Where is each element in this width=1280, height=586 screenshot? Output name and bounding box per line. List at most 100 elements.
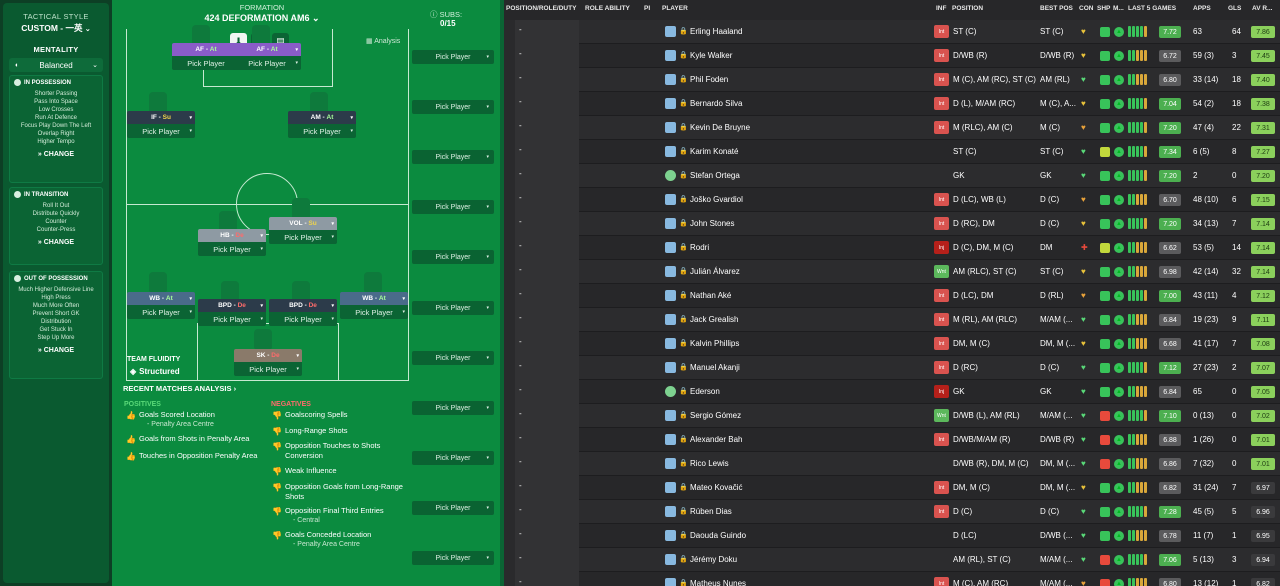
player-name[interactable]: Erling Haaland [690,27,742,36]
position-slot-wb-right[interactable]: WB - At ▾ Pick Player ▾ [340,292,408,323]
tactical-style-dropdown[interactable]: CUSTOM - 一英 ⌄ [3,22,109,34]
sub-slot[interactable]: Pick Player ▾ [412,200,494,214]
pick-player-select[interactable]: Pick Player▾ [172,56,240,70]
position-role-duty-cell[interactable]: - [515,44,579,68]
table-row[interactable]: - 🔒 Jack Grealish Int M (RL), AM (RLC) M/AM (… [504,308,1280,332]
table-row[interactable]: - 🔒 Daouda Guindo D (LC) D/WB (... ♥ ▲ 6.78 11 (… [504,524,1280,548]
player-name[interactable]: Mateo Kovačić [690,483,742,492]
col-con[interactable]: CON [1079,5,1093,12]
position-slot-af-left[interactable]: AF - At▾ Pick Player▾ [172,43,240,74]
table-row[interactable]: - 🔒 Kalvin Phillips Int DM, M (C) DM, M (... ♥… [504,332,1280,356]
sub-slot[interactable]: Pick Player ▾ [412,301,494,315]
position-role-duty-cell[interactable]: - [515,404,579,428]
pick-player-select[interactable]: Pick Player▾ [234,362,302,376]
table-row[interactable]: - 🔒 Kyle Walker Int D/WB (R) D/WB (R) ♥ ▲ 6.72 59… [504,44,1280,68]
position-role-duty-cell[interactable]: - [515,332,579,356]
player-name[interactable]: Bernardo Silva [690,99,742,108]
col-m[interactable]: M... [1113,5,1124,12]
recent-matches-analysis-link[interactable]: RECENT MATCHES ANALYSIS › [123,384,236,393]
table-row[interactable]: - 🔒 Nathan Aké Int D (LC), DM D (RL) ♥ ▲ 7.00 43 … [504,284,1280,308]
col-gls[interactable]: GLS [1228,5,1241,12]
position-slot-hb[interactable]: HB - De ▾ Pick Player ▾ [198,229,266,260]
player-name[interactable]: Rúben Dias [690,507,732,516]
sub-slot[interactable]: Pick Player ▾ [412,150,494,164]
pick-player-select[interactable]: Pick Player▾ [269,312,337,326]
player-name[interactable]: John Stones [690,219,734,228]
player-name[interactable]: Sergio Gómez [690,411,741,420]
col-last5[interactable]: LAST 5 GAMES [1128,5,1176,12]
player-name[interactable]: Alexander Bah [690,435,742,444]
sub-slot[interactable]: Pick Player ▾ [412,551,494,565]
position-role-duty-cell[interactable]: - [515,308,579,332]
table-row[interactable]: - 🔒 Alexander Bah Int D/WB/M/AM (R) D/WB (R) ♥… [504,428,1280,452]
position-role-duty-cell[interactable]: - [515,356,579,380]
position-slot-vol[interactable]: VOL - Su ▾ Pick Player ▾ [269,217,337,248]
col-position[interactable]: POSITION [952,5,983,12]
position-slot-sk[interactable]: SK - De ▾ Pick Player ▾ [234,349,302,380]
table-row[interactable]: - 🔒 Sergio Gómez Wnt D/WB (L), AM (RL) M/AM (… [504,404,1280,428]
pick-player-select[interactable]: Pick Player▾ [340,305,408,319]
position-role-duty-cell[interactable]: - [515,548,579,572]
pick-player-select[interactable]: Pick Player▾ [198,242,266,256]
player-name[interactable]: Julián Álvarez [690,267,740,276]
sub-slot[interactable]: Pick Player ▾ [412,351,494,365]
player-name[interactable]: Matheus Nunes [690,579,746,586]
pick-player-select[interactable]: Pick Player▾ [198,312,266,326]
change-in-transition-button[interactable]: » CHANGE [10,239,102,246]
player-name[interactable]: Manuel Akanji [690,363,740,372]
col-shp[interactable]: SHP [1097,5,1110,12]
sub-slot[interactable]: Pick Player ▾ [412,100,494,114]
table-row[interactable]: - 🔒 Rúben Dias Int D (C) D (C) ♥ ▲ 7.28 45 (5) 5 6.… [504,500,1280,524]
position-role-duty-cell[interactable]: - [515,116,579,140]
col-position-role-duty[interactable]: POSITION/ROLE/DUTY [506,5,576,12]
position-role-duty-cell[interactable]: - [515,236,579,260]
position-role-duty-cell[interactable]: - [515,524,579,548]
sub-slot[interactable]: Pick Player ▾ [412,501,494,515]
player-name[interactable]: Kyle Walker [690,51,732,60]
table-row[interactable]: - 🔒 Ederson Inj GK GK ♥ ▲ 6.84 65 0 7.05 [504,380,1280,404]
table-row[interactable]: - 🔒 Matheus Nunes Int M (C), AM (RC) M/AM (..… [504,572,1280,586]
table-row[interactable]: - 🔒 Julián Álvarez Wnt AM (RLC), ST (C) ST (C… [504,260,1280,284]
table-row[interactable]: - 🔒 Mateo Kovačić Int DM, M (C) DM, M (... ♥ ▲ 6… [504,476,1280,500]
table-row[interactable]: - 🔒 Jérémy Doku AM (RL), ST (C) M/AM (... ♥ ▲ 7… [504,548,1280,572]
col-role-ability[interactable]: ROLE ABILITY [585,5,630,12]
player-name[interactable]: Nathan Aké [690,291,731,300]
col-apps[interactable]: APPS [1193,5,1211,12]
sub-slot[interactable]: Pick Player ▾ [412,50,494,64]
position-slot-wb-left[interactable]: WB - At ▾ Pick Player ▾ [127,292,195,323]
table-row[interactable]: - 🔒 Rodri Inj D (C), DM, M (C) DM ✚ ▲ 6.62 53 (5)… [504,236,1280,260]
position-role-duty-cell[interactable]: - [515,20,579,44]
sub-slot[interactable]: Pick Player ▾ [412,401,494,415]
player-name[interactable]: Rico Lewis [690,459,729,468]
col-pi[interactable]: PI [644,5,650,12]
table-row[interactable]: - 🔒 Phil Foden Int M (C), AM (RC), ST (C) AM … [504,68,1280,92]
position-role-duty-cell[interactable]: - [515,572,579,586]
player-name[interactable]: Jérémy Doku [690,555,737,564]
table-row[interactable]: - 🔒 Kevin De Bruyne Int M (RLC), AM (C) M (C)… [504,116,1280,140]
table-row[interactable]: - 🔒 John Stones Int D (RC), DM D (C) ♥ ▲ 7.20 34 … [504,212,1280,236]
position-role-duty-cell[interactable]: - [515,188,579,212]
change-out-of-possession-button[interactable]: » CHANGE [10,347,102,354]
table-row[interactable]: - 🔒 Manuel Akanji Int D (RC) D (C) ♥ ▲ 7.12 27 (2… [504,356,1280,380]
table-row[interactable]: - 🔒 Karim Konaté ST (C) ST (C) ♥ ▲ 7.34 6 (5) 8 7.… [504,140,1280,164]
position-slot-bpd-left[interactable]: BPD - De ▾ Pick Player ▾ [198,299,266,330]
position-role-duty-cell[interactable]: - [515,428,579,452]
col-av-r[interactable]: AV R... [1252,5,1272,12]
sub-slot[interactable]: Pick Player ▾ [412,451,494,465]
position-slot-if[interactable]: IF - Su ▾ Pick Player ▾ [127,111,195,142]
col-player[interactable]: PLAYER [662,5,688,12]
position-role-duty-cell[interactable]: - [515,92,579,116]
player-name[interactable]: Karim Konaté [690,147,738,156]
position-role-duty-cell[interactable]: - [515,380,579,404]
table-row[interactable]: - 🔒 Rico Lewis D/WB (R), DM, M (C) DM, M (..… [504,452,1280,476]
table-row[interactable]: - 🔒 Bernardo Silva Int D (L), M/AM (RC) M (C)… [504,92,1280,116]
player-name[interactable]: Phil Foden [690,75,728,84]
mentality-select[interactable]: ◐ Balanced ⌄ [9,58,103,72]
table-row[interactable]: - 🔒 Joško Gvardiol Int D (LC), WB (L) D (C) ♥ ▲… [504,188,1280,212]
table-row[interactable]: - 🔒 Erling Haaland Int ST (C) ST (C) ♥ ▲ 7.72 63 6… [504,20,1280,44]
player-name[interactable]: Daouda Guindo [690,531,746,540]
position-role-duty-cell[interactable]: - [515,212,579,236]
position-slot-af-right[interactable]: AF - At ▾ Pick Player ▾ [233,43,301,74]
col-best-pos[interactable]: BEST POS [1040,5,1073,12]
pick-player-select[interactable]: Pick Player▾ [127,124,195,138]
